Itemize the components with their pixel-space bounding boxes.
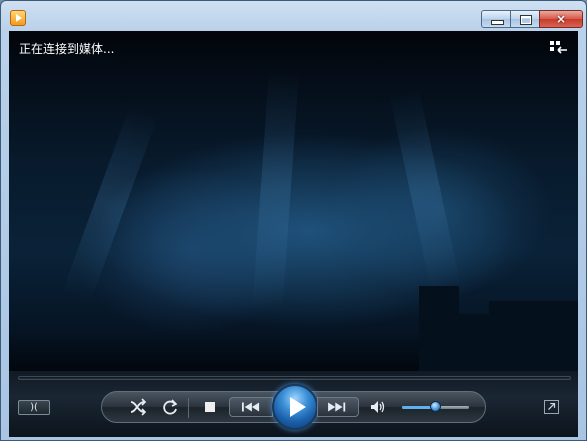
light-ray bbox=[252, 69, 299, 312]
seek-bar[interactable] bbox=[18, 376, 571, 380]
light-ray bbox=[389, 87, 461, 290]
volume-slider-thumb[interactable] bbox=[430, 401, 441, 412]
skyline-shape bbox=[489, 301, 578, 371]
previous-button[interactable] bbox=[229, 397, 273, 417]
close-button[interactable]: × bbox=[539, 10, 583, 28]
close-icon: × bbox=[556, 12, 567, 26]
stop-icon bbox=[205, 402, 215, 412]
title-bar[interactable]: × bbox=[1, 1, 586, 31]
maximize-icon bbox=[520, 15, 532, 25]
fullscreen-icon[interactable] bbox=[544, 400, 559, 414]
stop-button[interactable] bbox=[200, 397, 220, 417]
minimize-icon bbox=[491, 20, 504, 25]
divider bbox=[188, 398, 189, 418]
previous-icon bbox=[242, 402, 244, 412]
switch-to-library-icon[interactable] bbox=[550, 41, 568, 55]
repeat-icon[interactable] bbox=[159, 396, 181, 418]
video-area[interactable]: 正在连接到媒体... bbox=[9, 31, 578, 371]
next-button[interactable] bbox=[317, 397, 359, 417]
minimize-button[interactable] bbox=[481, 10, 511, 28]
shuffle-icon[interactable] bbox=[127, 396, 149, 418]
next-icon bbox=[328, 402, 343, 412]
media-player-icon[interactable] bbox=[10, 10, 26, 26]
maximize-button[interactable] bbox=[510, 10, 540, 28]
play-icon bbox=[290, 397, 306, 417]
light-ray bbox=[61, 105, 159, 305]
skyline-shape bbox=[419, 286, 459, 371]
transport-panel bbox=[101, 384, 486, 430]
skyline-shape bbox=[454, 314, 489, 371]
speaker-icon[interactable] bbox=[368, 397, 388, 417]
aspect-ratio-button[interactable]: )( bbox=[18, 400, 50, 415]
playback-controls: )( bbox=[9, 371, 578, 437]
media-player-window: × 正在连接到媒体... )( bbox=[0, 0, 587, 441]
play-button[interactable] bbox=[272, 384, 318, 430]
status-text: 正在连接到媒体... bbox=[19, 42, 115, 56]
